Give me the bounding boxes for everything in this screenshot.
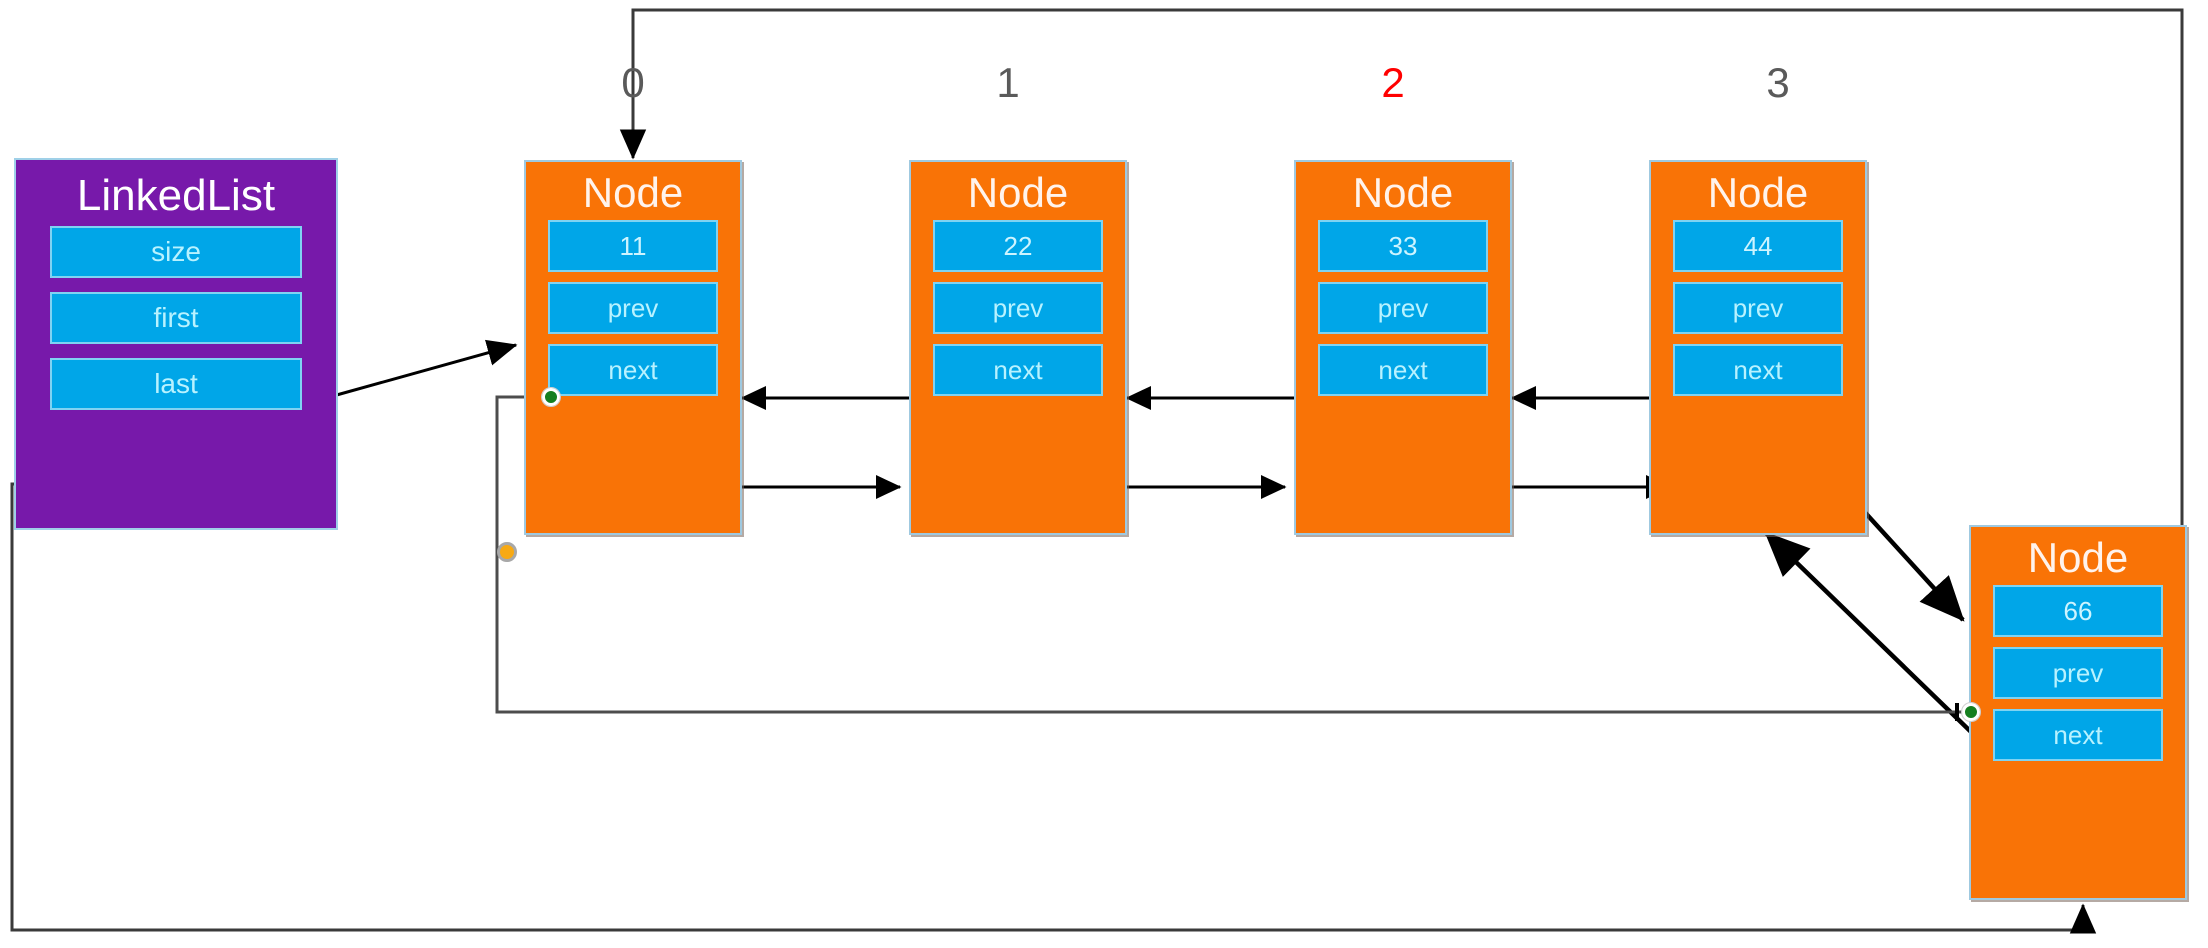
node-next-0[interactable]: next	[548, 344, 718, 396]
node-prev-3[interactable]: prev	[1673, 282, 1843, 334]
node-box-0: Node 11 prev next	[524, 160, 742, 535]
node-box-3: Node 44 prev next	[1649, 160, 1867, 535]
node-title-1: Node	[967, 169, 1069, 216]
node-next-66[interactable]: next	[1993, 709, 2163, 761]
node-prev-1[interactable]: prev	[933, 282, 1103, 334]
node-value-1: 22	[933, 220, 1103, 272]
node-prev-66[interactable]: prev	[1993, 647, 2163, 699]
index-label-3: 3	[1766, 59, 1790, 106]
orange-waypoint	[497, 542, 517, 562]
node-prev-2[interactable]: prev	[1318, 282, 1488, 334]
edge-last-to-node66	[10, 482, 2097, 934]
node-box-1: Node 22 prev next	[909, 160, 1127, 535]
index-label-2: 2	[1381, 59, 1405, 106]
green-endpoint-node0-prev	[541, 387, 561, 407]
node-box-2: Node 33 prev next	[1294, 160, 1512, 535]
node-value-2: 33	[1318, 220, 1488, 272]
node-prev-0[interactable]: prev	[548, 282, 718, 334]
node-next-3[interactable]: next	[1673, 344, 1843, 396]
node-title-2: Node	[1352, 169, 1454, 216]
edge-first-to-node0	[332, 339, 518, 398]
linkedlist-field-first[interactable]: first	[50, 292, 302, 344]
linkedlist-title: LinkedList	[76, 171, 276, 220]
index-label-1: 1	[996, 59, 1020, 106]
node-title-66: Node	[2027, 534, 2129, 581]
node-value-3: 44	[1673, 220, 1843, 272]
node-next-2[interactable]: next	[1318, 344, 1488, 396]
green-endpoint-node66	[1961, 702, 1981, 722]
edge-prev-node66-to-node3	[1764, 531, 2002, 762]
linkedlist-field-size[interactable]: size	[50, 226, 302, 278]
node-box-66: Node 66 prev next	[1969, 525, 2187, 900]
node-value-0: 11	[548, 220, 718, 272]
linkedlist-field-last[interactable]: last	[50, 358, 302, 410]
node-title-3: Node	[1707, 169, 1809, 216]
node-title-0: Node	[582, 169, 684, 216]
diagram-canvas: 0 1 2 3 LinkedList size first last Node …	[0, 0, 2208, 948]
linkedlist-box: LinkedList size first last	[14, 158, 338, 530]
node-next-1[interactable]: next	[933, 344, 1103, 396]
node-value-66: 66	[1993, 585, 2163, 637]
index-label-0: 0	[621, 59, 645, 106]
